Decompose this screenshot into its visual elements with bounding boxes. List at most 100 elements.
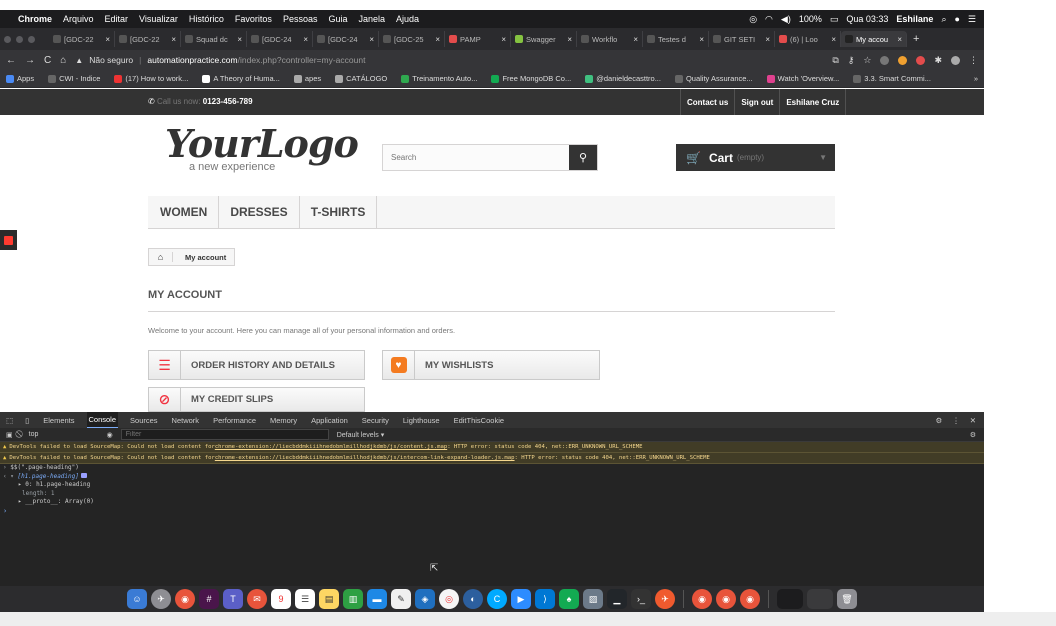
terminal-icon[interactable]: ›_ <box>631 589 651 609</box>
close-tab-icon[interactable]: × <box>105 35 110 44</box>
user-name[interactable]: Eshilane <box>896 14 933 24</box>
browser-tab[interactable]: [GDC-22 × <box>49 31 115 47</box>
close-tab-icon[interactable]: × <box>633 35 638 44</box>
bookmark-item[interactable]: apes <box>293 74 321 83</box>
contact-us-link[interactable]: Contact us <box>680 89 734 115</box>
menu-janela[interactable]: Janela <box>358 14 385 24</box>
close-tab-icon[interactable]: × <box>699 35 704 44</box>
tab-memory[interactable]: Memory <box>268 412 299 428</box>
home-icon[interactable]: ⌂ <box>60 55 66 66</box>
sourcemap-link[interactable]: chrome-extension://liecbddmkiiihnedobmlm… <box>215 444 447 450</box>
close-tab-icon[interactable]: × <box>765 35 770 44</box>
context-selector[interactable]: top <box>29 431 99 438</box>
close-window-button[interactable] <box>4 35 11 43</box>
tab-sources[interactable]: Sources <box>128 412 160 428</box>
sidebar-toggle-icon[interactable]: ▣ <box>6 431 13 439</box>
wishlists-button[interactable]: ♥ MY WISHLISTS <box>382 350 600 380</box>
launchpad-icon[interactable]: ✈ <box>151 589 171 609</box>
bookmark-item[interactable]: (17) How to work... <box>114 74 188 83</box>
close-icon[interactable]: ✕ <box>970 416 976 425</box>
spotlight-icon[interactable]: ⌕ <box>941 14 946 25</box>
window-thumbnail[interactable] <box>777 589 803 609</box>
browser-tab[interactable]: Testes d × <box>643 31 709 47</box>
browser-tab[interactable]: [GDC-25 × <box>379 31 445 47</box>
inspect-icon[interactable]: ⬚ <box>6 416 13 425</box>
console-result[interactable]: ‹ ▾ [h1.page-heading] <box>0 472 984 482</box>
bookmark-item[interactable]: Treinamento Auto... <box>401 74 477 83</box>
chrome-icon[interactable]: ◉ <box>716 589 736 609</box>
bookmark-item[interactable]: CWI - Indice <box>48 74 100 83</box>
target-app-icon[interactable]: ◎ <box>439 589 459 609</box>
browser-tab[interactable]: My accou × <box>841 31 907 47</box>
bookmark-item[interactable]: Free MongoDB Co... <box>491 74 571 83</box>
order-history-button[interactable]: ☰ ORDER HISTORY AND DETAILS <box>148 350 365 380</box>
browser-tab[interactable]: Swagger × <box>511 31 577 47</box>
menu-historico[interactable]: Histórico <box>189 14 224 24</box>
postman-icon[interactable]: ✈ <box>655 589 675 609</box>
wifi-icon[interactable]: ◠ <box>765 14 773 25</box>
finder-icon[interactable]: ☺ <box>127 589 147 609</box>
browser-tab[interactable]: Squad dc × <box>181 31 247 47</box>
tab-application[interactable]: Application <box>309 412 350 428</box>
browser-tab[interactable]: [GDC-22 × <box>115 31 181 47</box>
site-logo[interactable]: YourLogo a new experience <box>165 125 359 177</box>
app-icon[interactable]: ◐ <box>463 589 483 609</box>
control-center-icon[interactable]: ☰ <box>968 14 976 25</box>
preview-icon[interactable]: ▨ <box>583 589 603 609</box>
forward-icon[interactable]: → <box>25 55 35 66</box>
bookmark-item[interactable]: A Theory of Huma... <box>202 74 280 83</box>
settings-gear-icon[interactable]: ⚙ <box>935 416 942 425</box>
browser-tab[interactable]: Workflo × <box>577 31 643 47</box>
chrome-icon[interactable]: ◉ <box>740 589 760 609</box>
tab-lighthouse[interactable]: Lighthouse <box>401 412 442 428</box>
bookmark-item[interactable]: CATÁLOGO <box>335 74 387 83</box>
new-tab-button[interactable]: + <box>913 33 919 45</box>
menu-tshirts[interactable]: T-SHIRTS <box>300 195 378 229</box>
tab-elements[interactable]: Elements <box>41 412 76 428</box>
close-tab-icon[interactable]: × <box>435 35 440 44</box>
cart-button[interactable]: 🛒 Cart (empty) ▼ <box>676 144 835 171</box>
siri-icon[interactable]: ● <box>954 14 959 24</box>
battery-icon[interactable]: ▭ <box>830 14 839 25</box>
eye-icon[interactable]: ◉ <box>107 431 113 439</box>
tab-console[interactable]: Console <box>86 412 119 428</box>
activity-monitor-icon[interactable]: ▁ <box>607 589 627 609</box>
textedit-icon[interactable]: ✎ <box>391 589 411 609</box>
record-stop-button[interactable] <box>0 230 17 250</box>
creative-cloud-icon[interactable]: ◎ <box>749 14 757 25</box>
close-tab-icon[interactable]: × <box>897 35 902 44</box>
menu-pessoas[interactable]: Pessoas <box>283 14 318 24</box>
zoom-icon[interactable]: ▶ <box>511 589 531 609</box>
tab-security[interactable]: Security <box>360 412 391 428</box>
search-button[interactable]: ⚲ <box>569 145 597 170</box>
bookmark-item[interactable]: Apps <box>6 74 34 83</box>
messenger-icon[interactable]: ✉ <box>247 589 267 609</box>
bookmark-item[interactable]: Quality Assurance... <box>674 74 753 83</box>
volume-icon[interactable]: ◀) <box>781 14 791 25</box>
console-filter-input[interactable] <box>120 429 329 440</box>
extensions-puzzle-icon[interactable]: ✱ <box>934 55 942 66</box>
result-proto[interactable]: ▸ __proto__: Array(0) <box>0 498 984 507</box>
account-link[interactable]: Eshilane Cruz <box>779 89 847 115</box>
back-icon[interactable]: ← <box>6 55 16 66</box>
menu-favoritos[interactable]: Favoritos <box>235 14 272 24</box>
menu-guia[interactable]: Guia <box>328 14 347 24</box>
bookmark-item[interactable]: @danieldecasttro... <box>585 74 661 83</box>
menu-arquivo[interactable]: Arquivo <box>63 14 94 24</box>
zoom-window-button[interactable] <box>28 35 35 43</box>
sign-out-link[interactable]: Sign out <box>734 89 779 115</box>
numbers-icon[interactable]: ▥ <box>343 589 363 609</box>
url-field[interactable]: ▲ Não seguro | automationpractice.com/in… <box>75 55 832 65</box>
minimize-window-button[interactable] <box>16 35 23 43</box>
slack-icon[interactable]: # <box>199 589 219 609</box>
more-icon[interactable]: ⋮ <box>952 416 960 425</box>
tab-editthiscookie[interactable]: EditThisCookie <box>452 412 506 428</box>
menu-women[interactable]: WOMEN <box>149 195 220 229</box>
sourcemap-link[interactable]: chrome-extension://liecbddmkiiihnedobmlm… <box>215 455 515 461</box>
log-levels-dropdown[interactable]: Default levels ▾ <box>337 431 384 439</box>
chrome-menu-icon[interactable]: ⋮ <box>969 55 978 66</box>
tab-network[interactable]: Network <box>170 412 202 428</box>
extension-cookie-icon[interactable] <box>898 55 908 65</box>
extension-icon[interactable] <box>880 55 890 65</box>
bookmark-star-icon[interactable]: ☆ <box>863 55 871 66</box>
